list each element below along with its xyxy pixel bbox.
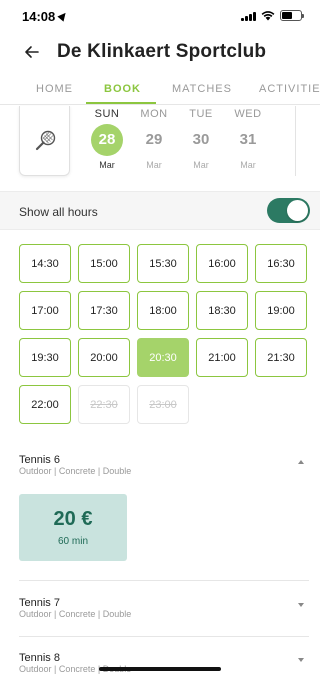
wifi-icon xyxy=(261,11,275,21)
time-slot-unavailable: 23:00 xyxy=(137,385,189,424)
status-time: 14:08 xyxy=(22,9,69,24)
status-icons xyxy=(241,10,304,21)
time-slot[interactable]: 15:30 xyxy=(137,244,189,283)
tab-activities[interactable]: ACTIVITIES xyxy=(259,83,320,95)
time-slot[interactable]: 17:30 xyxy=(78,291,130,330)
time-slot[interactable]: 22:00 xyxy=(19,385,71,424)
court-info: Outdoor | Concrete | Double xyxy=(19,609,132,619)
show-all-hours-toggle[interactable] xyxy=(267,198,310,223)
time-slot[interactable]: 18:30 xyxy=(196,291,248,330)
day-name: MON xyxy=(140,108,168,120)
time-slot-selected[interactable]: 20:30 xyxy=(137,338,189,377)
day-month: Mar xyxy=(193,160,209,170)
price-option[interactable]: 20 € 60 min xyxy=(19,494,127,561)
tab-bar-divider xyxy=(0,104,320,105)
day-name: TUE xyxy=(189,108,213,120)
time-slot[interactable]: 16:00 xyxy=(196,244,248,283)
time-slot[interactable]: 16:30 xyxy=(255,244,307,283)
tab-bar: HOME BOOK MATCHES ACTIVITIES xyxy=(0,80,320,106)
location-arrow-icon xyxy=(57,10,69,22)
day-number: 30 xyxy=(192,131,210,148)
court-name: Tennis 6 xyxy=(19,454,60,466)
tennis-racket-icon xyxy=(35,130,55,150)
time-slot[interactable]: 19:00 xyxy=(255,291,307,330)
show-all-hours-label: Show all hours xyxy=(19,205,98,219)
back-arrow-icon[interactable] xyxy=(22,42,42,62)
day-name: SUN xyxy=(94,108,120,120)
price-duration: 60 min xyxy=(57,536,88,547)
tab-home[interactable]: HOME xyxy=(36,83,73,95)
date-tue-30[interactable]: TUE 30 Mar xyxy=(181,108,221,170)
day-number: 28 xyxy=(91,124,123,156)
tab-matches[interactable]: MATCHES xyxy=(172,83,232,95)
home-indicator[interactable] xyxy=(99,667,221,671)
day-name: WED xyxy=(234,108,262,120)
time-slot-unavailable: 22:30 xyxy=(78,385,130,424)
chevron-down-icon[interactable] xyxy=(298,658,304,662)
time-slot[interactable]: 19:30 xyxy=(19,338,71,377)
date-picker: SUN 28 Mar MON 29 Mar TUE 30 Mar WED 31 … xyxy=(0,106,320,192)
chevron-down-icon[interactable] xyxy=(298,603,304,607)
status-bar: 14:08 xyxy=(0,0,320,30)
day-month: Mar xyxy=(240,160,256,170)
time-slot[interactable]: 17:00 xyxy=(19,291,71,330)
date-wed-31[interactable]: WED 31 Mar xyxy=(228,108,268,170)
header: De Klinkaert Sportclub xyxy=(0,38,320,70)
time-slot[interactable]: 20:00 xyxy=(78,338,130,377)
day-month: Mar xyxy=(99,160,115,170)
show-all-hours-row: Show all hours xyxy=(0,191,320,230)
day-month: Mar xyxy=(146,160,162,170)
day-number: 31 xyxy=(239,131,257,148)
date-mon-29[interactable]: MON 29 Mar xyxy=(134,108,174,170)
court-name: Tennis 8 xyxy=(19,652,60,664)
court-divider xyxy=(19,580,309,581)
date-divider xyxy=(295,106,296,176)
date-sun-28[interactable]: SUN 28 Mar xyxy=(87,108,127,170)
chevron-up-icon[interactable] xyxy=(298,460,304,464)
page-title: De Klinkaert Sportclub xyxy=(57,41,267,62)
price-amount: 20 € xyxy=(53,508,93,530)
court-divider xyxy=(19,636,309,637)
time-slot[interactable]: 15:00 xyxy=(78,244,130,283)
court-info: Outdoor | Concrete | Double xyxy=(19,466,132,476)
time-slot[interactable]: 21:30 xyxy=(255,338,307,377)
time-slot[interactable]: 14:30 xyxy=(19,244,71,283)
toggle-knob xyxy=(287,200,308,221)
tab-book[interactable]: BOOK xyxy=(104,83,141,95)
time-slot[interactable]: 18:00 xyxy=(137,291,189,330)
sport-selector[interactable] xyxy=(19,106,70,176)
court-name: Tennis 7 xyxy=(19,597,60,609)
time-slot-grid: 14:30 15:00 15:30 16:00 16:30 17:00 17:3… xyxy=(19,244,311,424)
day-number: 29 xyxy=(145,131,163,148)
signal-icon xyxy=(241,11,256,21)
time-slot[interactable]: 21:00 xyxy=(196,338,248,377)
battery-icon xyxy=(280,10,304,21)
status-time-text: 14:08 xyxy=(22,9,56,24)
